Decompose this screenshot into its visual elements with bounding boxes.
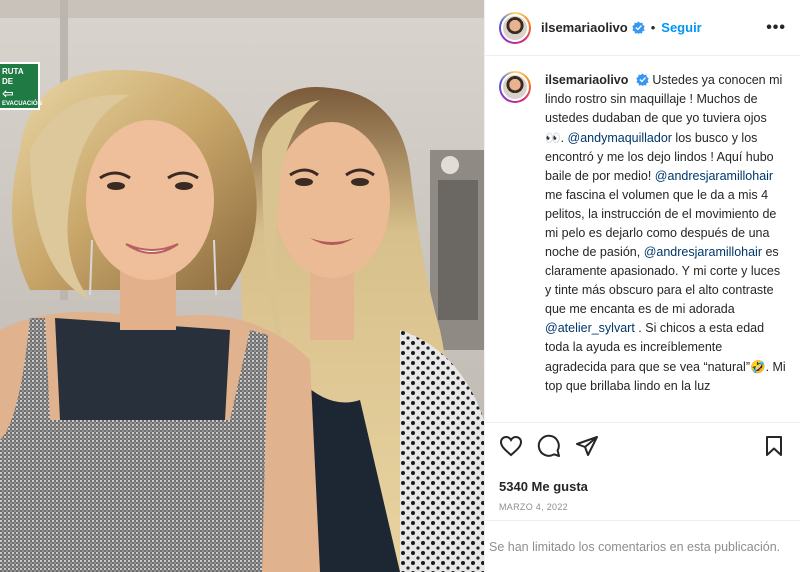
more-options-icon[interactable]: ••• [766, 19, 786, 37]
caption-username[interactable]: ilsemariaolivo [545, 73, 628, 87]
separator-dot: • [650, 20, 656, 35]
comments-limited-notice: Se han limitado los comentarios en esta … [485, 520, 800, 572]
mention-link[interactable]: @atelier_sylvart [545, 321, 635, 335]
caption-text: ilsemariaolivo Ustedes ya conocen mi lin… [545, 71, 786, 419]
action-icons-row [499, 431, 786, 461]
post-actions: 5340 Me gusta MARZO 4, 2022 [485, 422, 800, 532]
post-photo[interactable]: RUTA DE ⇦ EVACUACIÓN [0, 0, 484, 572]
arrow-left-icon: ⇦ [2, 85, 14, 101]
evacuation-route-sign: RUTA DE ⇦ EVACUACIÓN [0, 62, 42, 110]
bookmark-icon[interactable] [762, 434, 786, 458]
avatar[interactable] [499, 11, 531, 44]
comments-limited-text: Se han limitado los comentarios en esta … [489, 539, 781, 554]
header-username[interactable]: ilsemariaolivo [541, 20, 628, 35]
mention-link[interactable]: @andymaquillador [568, 131, 672, 145]
post-side-panel: ilsemariaolivo • Seguir ••• ilsemariaoli… [484, 0, 800, 572]
caption-area: ilsemariaolivo Ustedes ya conocen mi lin… [485, 57, 800, 419]
verified-badge-icon [636, 73, 649, 86]
comment-icon[interactable] [537, 434, 561, 458]
laughing-emoji-icon: 🤣 [750, 359, 766, 374]
verified-badge-icon [632, 21, 645, 34]
heart-icon[interactable] [499, 434, 523, 458]
post-header: ilsemariaolivo • Seguir ••• [485, 0, 800, 56]
sign-label: RUTA DE [2, 67, 24, 86]
follow-button[interactable]: Seguir [661, 20, 701, 35]
caption-segment: . [560, 131, 568, 145]
sign-label-2: EVACUACIÓN [2, 101, 42, 107]
post-date[interactable]: MARZO 4, 2022 [499, 502, 786, 512]
likes-count[interactable]: 5340 Me gusta [499, 479, 786, 494]
eyes-emoji-icon: 👀 [545, 130, 561, 145]
mention-link[interactable]: @andresjaramillohair [655, 169, 773, 183]
share-icon[interactable] [575, 434, 599, 458]
caption-avatar[interactable] [499, 71, 531, 103]
photo-illustration [0, 0, 484, 572]
mention-link[interactable]: @andresjaramillohair [644, 245, 762, 259]
